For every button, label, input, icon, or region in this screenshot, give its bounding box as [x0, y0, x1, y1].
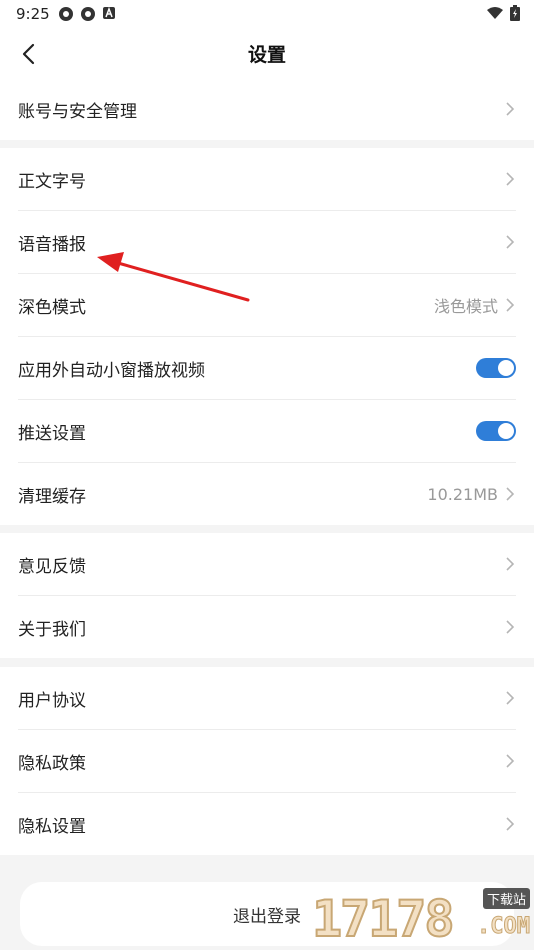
chevron-right-icon — [506, 235, 515, 249]
chevron-right-icon — [506, 487, 515, 501]
settings-item-label: 账号与安全管理 — [18, 101, 137, 122]
chevron-right-icon — [506, 298, 515, 312]
nav-bar: 设置 — [0, 28, 534, 78]
wifi-icon — [487, 7, 503, 19]
settings-item-label: 关于我们 — [18, 619, 86, 640]
app-icon — [59, 7, 73, 21]
settings-item-voice-broadcast[interactable]: 语音播报 — [18, 210, 516, 273]
settings-item-font-size[interactable]: 正文字号 — [18, 148, 516, 210]
settings-item-about-us[interactable]: 关于我们 — [18, 595, 516, 658]
status-icons-left — [58, 6, 116, 22]
page-title: 设置 — [247, 44, 286, 66]
chevron-right-icon — [506, 754, 515, 768]
settings-item-pip-video: 应用外自动小窗播放视频 — [18, 336, 516, 399]
settings-group-privacy: 用户协议 隐私政策 隐私设置 — [0, 667, 534, 855]
chevron-right-icon — [506, 172, 515, 186]
settings-item-user-agreement[interactable]: 用户协议 — [18, 667, 516, 729]
logout-button[interactable]: 退出登录 — [20, 882, 514, 946]
settings-item-label: 语音播报 — [18, 234, 86, 255]
status-time: 9:25 — [16, 5, 50, 23]
settings-group-account: 账号与安全管理 — [0, 78, 534, 140]
settings-item-clear-cache[interactable]: 清理缓存 10.21MB — [18, 462, 516, 525]
settings-item-privacy-settings[interactable]: 隐私设置 — [18, 792, 516, 855]
status-icons-right — [486, 5, 520, 21]
notification-a-icon — [103, 6, 115, 19]
settings-item-label: 隐私设置 — [18, 816, 86, 837]
toggle-knob — [498, 360, 514, 376]
settings-item-value: 浅色模式 — [433, 297, 498, 316]
settings-item-label: 深色模式 — [18, 297, 86, 318]
settings-item-label: 推送设置 — [18, 423, 86, 444]
app-icon — [81, 7, 95, 21]
settings-item-privacy-policy[interactable]: 隐私政策 — [18, 729, 516, 792]
chevron-right-icon — [506, 620, 515, 634]
settings-item-label: 应用外自动小窗播放视频 — [18, 360, 205, 381]
status-bar: 9:25 — [0, 0, 534, 28]
toggle-knob — [498, 423, 514, 439]
settings-item-label: 隐私政策 — [18, 753, 86, 774]
chevron-right-icon — [506, 817, 515, 831]
settings-group-display: 正文字号 语音播报 深色模式 浅色模式 应用外自动小窗播放视频 推送设置 清理缓… — [0, 148, 534, 525]
battery-icon — [510, 5, 520, 21]
settings-item-label: 用户协议 — [18, 690, 86, 711]
settings-item-label: 正文字号 — [18, 171, 86, 192]
push-toggle[interactable] — [476, 421, 516, 441]
settings-group-about: 意见反馈 关于我们 — [0, 533, 534, 658]
settings-item-value: 10.21MB — [427, 484, 498, 504]
settings-item-label: 清理缓存 — [18, 486, 86, 507]
settings-item-account-security[interactable]: 账号与安全管理 — [18, 78, 516, 140]
chevron-right-icon — [506, 102, 515, 116]
settings-item-feedback[interactable]: 意见反馈 — [18, 533, 516, 595]
chevron-right-icon — [506, 691, 515, 705]
settings-item-dark-mode[interactable]: 深色模式 浅色模式 — [18, 273, 516, 336]
chevron-right-icon — [506, 557, 515, 571]
settings-item-push: 推送设置 — [18, 399, 516, 462]
pip-video-toggle[interactable] — [476, 358, 516, 378]
settings-item-label: 意见反馈 — [18, 556, 86, 577]
